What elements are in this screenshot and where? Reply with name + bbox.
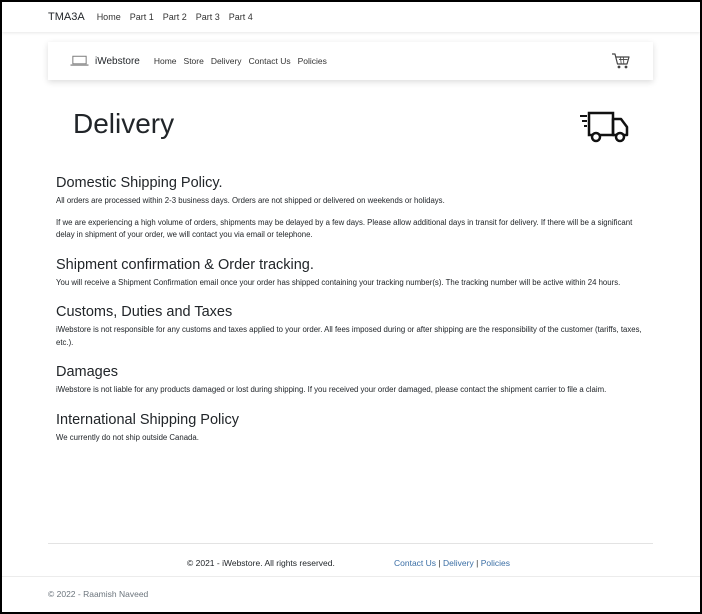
section-heading: Domestic Shipping Policy. [56, 175, 223, 191]
section-heading: Damages [56, 364, 119, 380]
site-brand[interactable]: iWebstore [95, 56, 140, 67]
nav-link-contact-us[interactable]: Contact Us [249, 56, 291, 66]
section-international-shipping: International Shipping Policy We current… [56, 412, 650, 445]
section-paragraph: You will receive a Shipment Confirmation… [56, 277, 621, 287]
section-shipment-confirmation: Shipment confirmation & Order tracking. … [56, 257, 650, 290]
top-link-part3[interactable]: Part 3 [196, 12, 220, 22]
nav-link-home[interactable]: Home [154, 56, 177, 66]
section-paragraph: All orders are processed within 2-3 busi… [56, 196, 445, 205]
section-customs: Customs, Duties and Taxes iWebstore is n… [56, 304, 650, 349]
footer-divider [48, 543, 653, 544]
section-heading: Customs, Duties and Taxes [56, 304, 233, 320]
cart-icon[interactable] [611, 52, 631, 70]
section-damages: Damages iWebstore is not liable for any … [56, 364, 650, 397]
top-brand[interactable]: TMA3A [48, 11, 85, 23]
top-link-part2[interactable]: Part 2 [163, 12, 187, 22]
nav-link-store[interactable]: Store [184, 56, 204, 66]
footer-copyright: © 2021 - iWebstore. All rights reserved. [187, 558, 335, 568]
section-paragraph: iWebstore is not responsible for any cus… [56, 325, 642, 347]
section-paragraph: If we are experiencing a high volume of … [56, 217, 633, 240]
delivery-content: Domestic Shipping Policy. All orders are… [56, 175, 650, 459]
section-paragraph: iWebstore is not liable for any products… [56, 385, 607, 394]
section-heading: International Shipping Policy [56, 411, 239, 428]
section-domestic-shipping: Domestic Shipping Policy. All orders are… [56, 175, 650, 242]
top-link-home[interactable]: Home [97, 12, 121, 22]
section-paragraph: We currently do not ship outside Canada. [56, 432, 199, 442]
footer-separator: | [476, 558, 479, 568]
footer-separator: | [438, 558, 441, 568]
bottom-divider [2, 576, 700, 577]
footer-links: Contact Us | Delivery | Policies [394, 558, 510, 568]
nav-link-delivery[interactable]: Delivery [211, 56, 242, 66]
page-title: Delivery [73, 108, 175, 139]
laptop-icon [70, 55, 89, 66]
top-link-part4[interactable]: Part 4 [229, 12, 253, 22]
top-link-part1[interactable]: Part 1 [130, 12, 154, 22]
top-navbar: TMA3A Home Part 1 Part 2 Part 3 Part 4 [2, 2, 700, 32]
site-navbar: iWebstore Home Store Delivery Contact Us… [48, 42, 653, 80]
truck-icon [580, 111, 629, 143]
footer-link-contact-us[interactable]: Contact Us [394, 558, 436, 568]
nav-link-policies[interactable]: Policies [298, 56, 327, 66]
footer-link-policies[interactable]: Policies [481, 558, 510, 568]
footer-link-delivery[interactable]: Delivery [443, 558, 474, 568]
section-heading: Shipment confirmation & Order tracking. [56, 256, 314, 273]
author-credit: © 2022 - Raamish Naveed [48, 589, 149, 599]
